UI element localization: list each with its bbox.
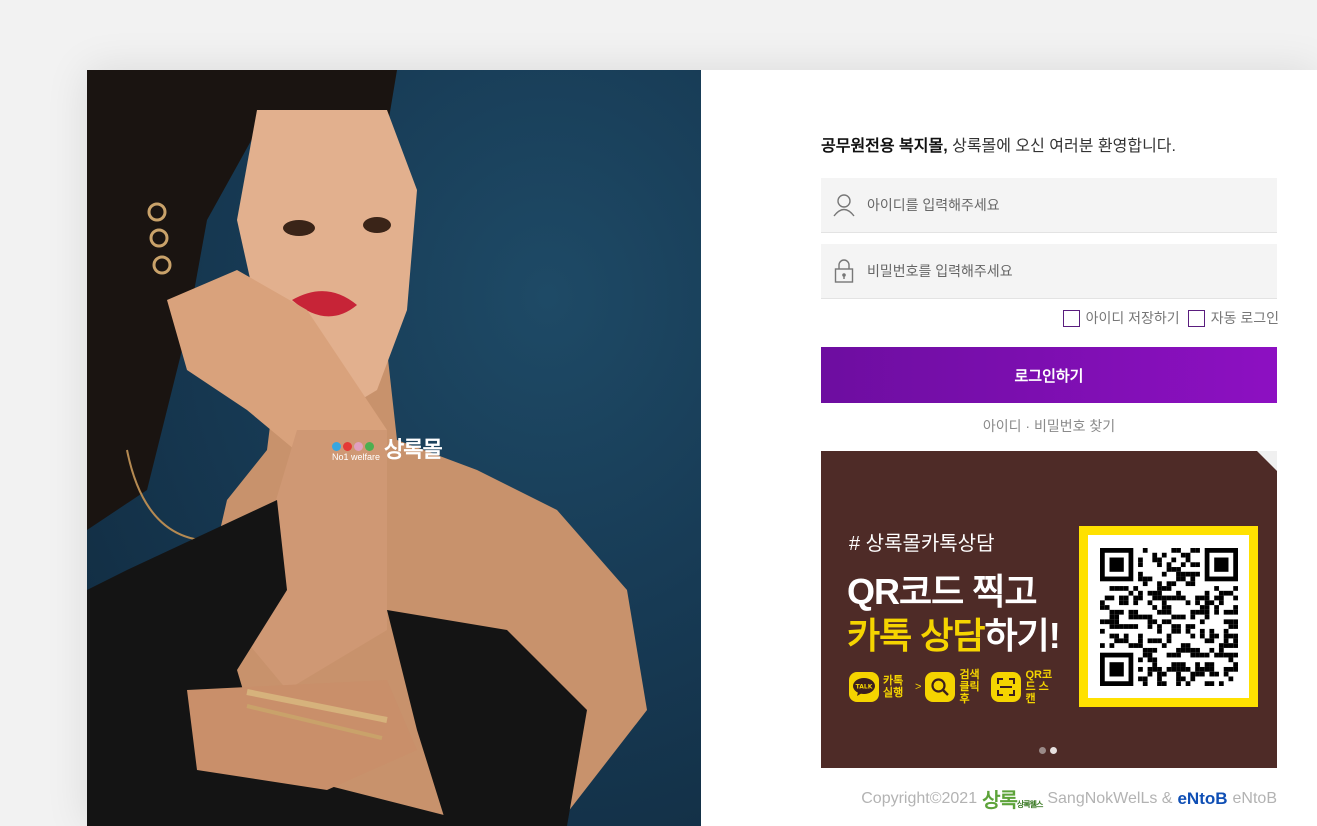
auto-login-option[interactable]: 자동 로그인 [1187, 308, 1279, 328]
step-search-label: 검색 클릭 후 [959, 669, 980, 705]
kakao-consult-banner[interactable]: # 상록몰카톡상담 QR코드 찍고 카톡 상담하기! TALK 카톡 실행 > [821, 451, 1277, 768]
brand-name: SangNokWelLs & [1047, 789, 1173, 807]
find-account-link[interactable]: 아이디 · 비밀번호 찾기 [821, 416, 1277, 436]
hero-logo-tagline: No1 welfare [332, 452, 381, 462]
slide-dot[interactable] [1039, 747, 1046, 754]
qr-code-icon [1099, 547, 1238, 686]
sangnok-logo-mark: 상록 [982, 790, 1018, 812]
search-icon [925, 672, 956, 702]
step-qr: QR코드 스캔 [991, 669, 1053, 705]
partner-name: eNtoB [1232, 789, 1277, 807]
footer-copyright: Copyright©2021 상록상록웰스 SangNokWelLs & eNt… [821, 784, 1277, 813]
hero-logo-name: 상록몰 [384, 437, 443, 462]
login-options: 아이디 저장하기 자동 로그인 [1062, 308, 1279, 328]
save-id-option[interactable]: 아이디 저장하기 [1062, 308, 1180, 328]
banner-hashtag: # 상록몰카톡상담 [849, 533, 995, 555]
banner-headline-2-highlight: 카톡 상담 [847, 615, 985, 656]
save-id-checkbox[interactable] [1062, 309, 1080, 327]
welcome-bold: 공무원전용 복지몰, [821, 138, 948, 155]
login-button[interactable]: 로그인하기 [821, 347, 1277, 403]
welcome-rest: 상록몰에 오신 여러분 환영합니다. [947, 138, 1176, 155]
hero-logo-mark: No1 welfare [332, 440, 380, 462]
save-id-label: 아이디 저장하기 [1085, 310, 1180, 326]
sangnok-logo-small: 상록웰스 [1016, 800, 1043, 809]
copyright-text: Copyright©2021 [861, 789, 978, 807]
banner-headline-2: 카톡 상담하기! [847, 607, 1061, 659]
banner-corner-fold [1257, 451, 1277, 471]
auto-login-checkbox[interactable] [1187, 309, 1205, 327]
step-arrow: > [915, 681, 922, 693]
id-field[interactable] [821, 178, 1277, 233]
step-search: 검색 클릭 후 [925, 669, 987, 705]
user-icon [821, 178, 867, 233]
qr-code-frame [1079, 526, 1258, 707]
entob-logo: eNtoB [1177, 788, 1228, 808]
banner-headline-2-rest: 하기! [984, 615, 1060, 656]
lock-icon [821, 244, 867, 299]
qr-code [1088, 535, 1249, 698]
logo-emblem-icon [332, 440, 374, 452]
password-input[interactable] [867, 263, 1247, 279]
talk-icon-text: TALK [856, 684, 873, 691]
qr-scan-icon [991, 672, 1022, 702]
banner-steps: TALK 카톡 실행 > 검색 클릭 후 QR코드 스캔 [849, 669, 1053, 705]
talk-icon: TALK [849, 672, 879, 702]
id-input[interactable] [867, 197, 1247, 213]
step-kakao-label: 카톡 실행 [883, 675, 904, 699]
welcome-message: 공무원전용 복지몰, 상록몰에 오신 여러분 환영합니다. [821, 132, 1176, 156]
slide-indicators [1039, 747, 1057, 754]
slide-dot[interactable] [1050, 747, 1057, 754]
login-card: No1 welfare 상록몰 공무원전용 복지몰, 상록몰에 오신 여러분 환… [87, 70, 1317, 826]
password-field[interactable] [821, 244, 1277, 299]
hero-photo: No1 welfare 상록몰 [87, 70, 701, 826]
auto-login-label: 자동 로그인 [1210, 310, 1279, 326]
step-qr-label: QR코드 스캔 [1025, 669, 1053, 705]
step-kakao: TALK 카톡 실행 [849, 672, 911, 702]
sangnok-logo: 상록상록웰스 [982, 784, 1043, 813]
hero-watermark-logo: No1 welfare 상록몰 [332, 437, 443, 462]
